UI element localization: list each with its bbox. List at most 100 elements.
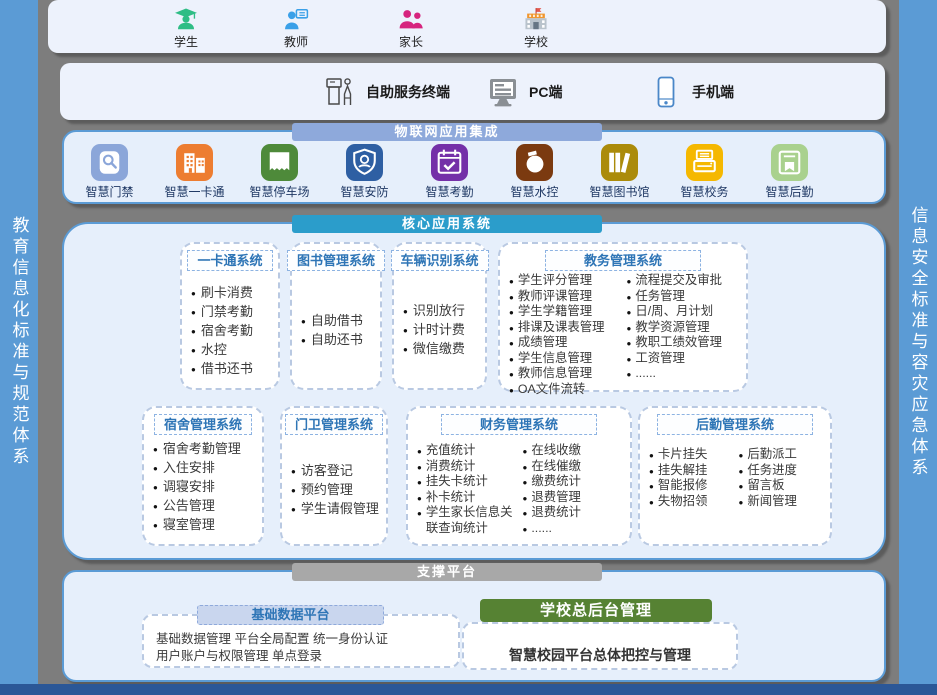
box-title: 财务管理系统 bbox=[441, 414, 597, 435]
bullet-icon: ● bbox=[153, 478, 158, 497]
list-item: ●流程提交及审批 bbox=[627, 273, 743, 289]
list-item: ●教师评课管理 bbox=[509, 289, 625, 305]
list-item: ●学生学籍管理 bbox=[509, 304, 625, 320]
bullet-icon: ● bbox=[523, 460, 528, 476]
bullet-icon: ● bbox=[191, 322, 196, 341]
bullet-icon: ● bbox=[649, 479, 654, 495]
list-item-text: 任务管理 bbox=[635, 289, 685, 305]
list-item-text: 学生信息管理 bbox=[518, 351, 592, 367]
list-item-text: 借书还书 bbox=[201, 359, 253, 378]
list-item-text: 补卡统计 bbox=[426, 490, 476, 506]
list-item: ●在线收缴 bbox=[523, 443, 627, 459]
iot-label: 智慧门禁 bbox=[85, 183, 133, 200]
terminal-item: 手机端 bbox=[648, 63, 734, 120]
list-item-text: OA文件流转 bbox=[518, 382, 585, 398]
terminal-label: PC端 bbox=[529, 82, 562, 102]
bullet-icon: ● bbox=[301, 331, 306, 350]
user-item: 家长 bbox=[398, 6, 425, 50]
iot-item: 智慧水控 bbox=[492, 144, 577, 200]
right-sidebar-text: 信息安全标准与容灾应急体系 bbox=[906, 206, 931, 479]
user-item: 教师 bbox=[283, 6, 310, 50]
box-title: 车辆识别系统 bbox=[391, 250, 489, 271]
list-item: ●...... bbox=[627, 366, 743, 382]
list-item-text: 调寝安排 bbox=[163, 477, 215, 496]
list-item: ●在线催缴 bbox=[523, 459, 627, 475]
bullet-icon: ● bbox=[417, 460, 422, 476]
iot-label: 智慧考勤 bbox=[425, 183, 473, 200]
list-item-text: 学生评分管理 bbox=[518, 273, 592, 289]
list-item-text: 新闻管理 bbox=[747, 494, 797, 510]
bullet-icon: ● bbox=[739, 479, 744, 495]
library-icon bbox=[601, 144, 638, 181]
bullet-icon: ● bbox=[523, 475, 528, 491]
bullet-icon: ● bbox=[523, 444, 528, 460]
list-item: ● 宿舍考勤管理 bbox=[153, 439, 258, 458]
list-item-text: 流程提交及审批 bbox=[635, 273, 722, 289]
list-item: ●学生家长信息关联查询统计 bbox=[417, 505, 521, 536]
list-item: ●预约管理 bbox=[291, 480, 382, 499]
core-header: 核心应用系统 bbox=[292, 215, 602, 233]
core-box: 门卫管理系统●访客登记●预约管理●学生请假管理 bbox=[280, 406, 388, 546]
iot-item: 智慧考勤 bbox=[407, 144, 492, 200]
parking-icon bbox=[261, 144, 298, 181]
list-item-text: 后勤派工 bbox=[747, 447, 797, 463]
core-panel: 核心应用系统 一卡通系统●刷卡消费●门禁考勤●宿舍考勤●水控●借书还书图书管理系… bbox=[62, 222, 886, 560]
list-item: ●补卡统计 bbox=[417, 490, 521, 506]
box-title: 宿舍管理系统 bbox=[154, 414, 252, 435]
kiosk-icon bbox=[322, 74, 358, 110]
list-item-text: 识别放行 bbox=[413, 301, 465, 320]
list-item-text: ...... bbox=[531, 521, 552, 537]
box-title: 一卡通系统 bbox=[187, 250, 272, 271]
list-item: ●寝室管理 bbox=[153, 515, 258, 534]
list-item: ●退费统计 bbox=[523, 505, 627, 521]
student-icon bbox=[173, 6, 200, 33]
bullet-icon: ● bbox=[153, 440, 158, 459]
list-item: ●微信缴费 bbox=[403, 339, 481, 358]
user-item: 学校 bbox=[523, 6, 550, 50]
list-item: ●挂失解挂 bbox=[649, 463, 737, 479]
list-item-text: 公告管理 bbox=[163, 496, 215, 515]
base-data-line: 基础数据管理 平台全局配置 统一身份认证 bbox=[156, 631, 458, 648]
base-data-platform-title: 基础数据平台 bbox=[197, 605, 384, 625]
bullet-icon: ● bbox=[509, 290, 514, 306]
list-item-text: 自助借书 bbox=[311, 311, 363, 330]
list-item: ●充值统计 bbox=[417, 443, 521, 459]
list-item: ●教师信息管理 bbox=[509, 366, 625, 382]
list-item-text: 微信缴费 bbox=[413, 339, 465, 358]
list-item-text: 挂失解挂 bbox=[658, 463, 708, 479]
iot-items: 智慧门禁智慧一卡通智慧停车场智慧安防智慧考勤智慧水控智慧图书馆智慧校务智慧后勤 bbox=[64, 132, 884, 200]
box-title: 后勤管理系统 bbox=[657, 414, 813, 435]
support-panel: 支撑平台 基础数据管理 平台全局配置 统一身份认证 用户账户与权限管理 单点登录… bbox=[62, 570, 886, 682]
list-item-text: 教职工绩效管理 bbox=[635, 335, 722, 351]
list-item-text: 任务进度 bbox=[747, 463, 797, 479]
iot-item: 智慧后勤 bbox=[747, 144, 832, 200]
list-item-text: 访客登记 bbox=[301, 461, 353, 480]
users-row: 学生教师家长学校 bbox=[48, 0, 886, 53]
list-item-text: 宿舍考勤管理 bbox=[163, 439, 241, 458]
logistics-icon bbox=[771, 144, 808, 181]
iot-item: 智慧校务 bbox=[662, 144, 747, 200]
list-item-text: 教学资源管理 bbox=[635, 320, 709, 336]
terminals-row: 自助服务终端PC端手机端 bbox=[60, 63, 885, 120]
list-item: ●消费统计 bbox=[417, 459, 521, 475]
list-item-text: 预约管理 bbox=[301, 480, 353, 499]
bullet-icon: ● bbox=[739, 448, 744, 464]
bullet-icon: ● bbox=[301, 312, 306, 331]
iot-item: 智慧停车场 bbox=[237, 144, 322, 200]
admin-platform-title: 学校总后台管理 bbox=[480, 599, 712, 622]
bullet-icon: ● bbox=[191, 303, 196, 322]
iot-label: 智慧停车场 bbox=[249, 183, 309, 200]
iot-label: 智慧水控 bbox=[510, 183, 558, 200]
list-item-text: 排课及课表管理 bbox=[518, 320, 605, 336]
left-sidebar: 教育信息化标准与规范体系 bbox=[0, 0, 38, 684]
list-item-text: 学生请假管理 bbox=[301, 499, 379, 518]
list-item: ●教职工绩效管理 bbox=[627, 335, 743, 351]
bullet-icon: ● bbox=[649, 495, 654, 511]
bullet-icon: ● bbox=[509, 383, 514, 399]
bullet-icon: ● bbox=[191, 284, 196, 303]
access-control-icon bbox=[91, 144, 128, 181]
bullet-icon: ● bbox=[509, 321, 514, 337]
water-control-icon bbox=[516, 144, 553, 181]
list-item-text: 退费统计 bbox=[531, 505, 581, 521]
list-item: ●失物招领 bbox=[649, 494, 737, 510]
